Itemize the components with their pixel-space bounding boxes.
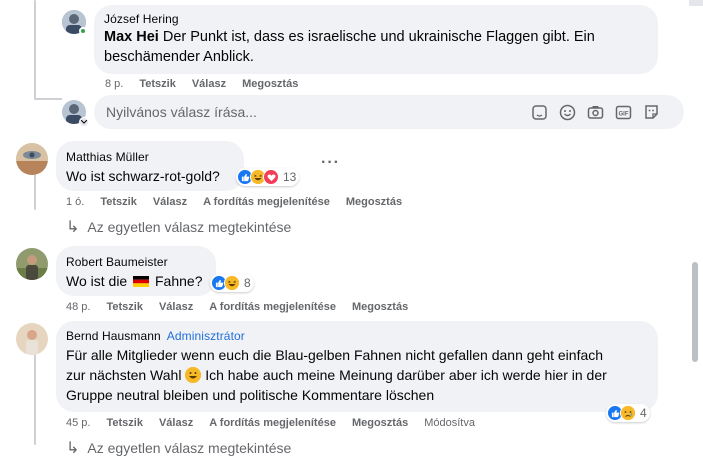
view-replies-link[interactable]: ↳ Az egyetlen válasz megtekintése (66, 438, 291, 458)
edited-label: Módosítva (424, 417, 475, 429)
reply-arrow-icon: ↳ (66, 219, 80, 236)
admin-badge: Adminisztrátor (166, 329, 245, 343)
comment-author[interactable]: József Hering (104, 12, 648, 26)
comment-text: Für alle Mitglieder wenn euch die Blau-g… (66, 345, 648, 405)
mention-link[interactable]: Max Hei (104, 29, 159, 45)
camera-icon[interactable] (586, 103, 604, 121)
share-action[interactable]: Megosztás (352, 417, 408, 429)
comment-time[interactable]: 48 p. (66, 301, 90, 313)
scrollbar-track[interactable] (689, 0, 703, 468)
like-action[interactable]: Tetszik (106, 417, 142, 429)
comment-actions: 45 p. Tetszik Válasz A fordítás megjelen… (66, 417, 491, 429)
comment-text-part: Fahne? (151, 273, 203, 289)
view-replies-label: Az egyetlen válasz megtekintése (87, 440, 292, 456)
thread-line (34, 98, 62, 100)
share-action[interactable]: Megosztás (242, 78, 298, 90)
online-indicator (79, 27, 87, 35)
comment-time[interactable]: 8 p. (105, 78, 123, 90)
reaction-summary[interactable]: 8 (210, 274, 254, 292)
comment-text-line: Ich habe auch meine Meinung darüber aber… (201, 367, 607, 383)
scrollbar-top-edge (689, 0, 703, 6)
thread-line (34, 0, 36, 100)
grinning-emoji-icon (185, 367, 202, 383)
comment-text: Wo ist die Fahne? (66, 271, 206, 291)
comment-text-part: Wo ist die (66, 273, 132, 289)
comment-author[interactable]: Bernd Hausmann (66, 329, 161, 343)
view-replies-link[interactable]: ↳ Az egyetlen válasz megtekintése (66, 217, 291, 237)
comment-bubble: József Hering Max Hei Der Punkt ist, das… (94, 5, 658, 74)
comment-text: Wo ist schwarz-rot-gold? (66, 168, 220, 184)
reply-input[interactable] (94, 104, 514, 120)
avatar[interactable] (16, 143, 48, 175)
like-action[interactable]: Tetszik (100, 196, 136, 208)
svg-text:GIF: GIF (618, 111, 628, 117)
share-action[interactable]: Megosztás (346, 196, 402, 208)
like-action[interactable]: Tetszik (139, 78, 175, 90)
sticker-face-icon[interactable] (642, 103, 660, 121)
comment-text: Max Hei Der Punkt ist, dass es israelisc… (104, 27, 648, 67)
reply-action[interactable]: Válasz (159, 417, 193, 429)
reply-box-icons: GIF (530, 103, 670, 121)
avatar[interactable] (16, 248, 48, 280)
comment-text-line: zur nächsten Wahl (66, 367, 186, 383)
reply-box: GIF (94, 95, 684, 129)
avatar[interactable] (16, 323, 48, 355)
comment-author-row: Bernd Hausmann Adminisztrátor (66, 329, 648, 343)
sad-reaction-icon (620, 405, 636, 421)
love-reaction-icon (263, 169, 279, 185)
share-action[interactable]: Megosztás (352, 301, 408, 313)
see-translation-action[interactable]: A fordítás megjelenítése (203, 196, 330, 208)
view-replies-label: Az egyetlen válasz megtekintése (87, 219, 292, 235)
comment-bubble: Matthias Müller Wo ist schwarz-rot-gold? (56, 141, 244, 191)
see-translation-action[interactable]: A fordítás megjelenítése (209, 301, 336, 313)
chevron-down-icon[interactable] (79, 117, 89, 127)
comment-author[interactable]: Robert Baumeister (66, 255, 206, 269)
comment-text-line: Für alle Mitglieder wenn euch die Blau-g… (66, 347, 604, 363)
comment-actions: 8 p. Tetszik Válasz Megosztás (105, 78, 314, 90)
comment-text-line: Gruppe neutral bleiben und politische Ko… (66, 387, 435, 403)
reaction-summary[interactable]: 4 (606, 404, 650, 422)
reaction-count: 13 (283, 170, 297, 184)
haha-reaction-icon (224, 275, 240, 291)
gif-icon[interactable]: GIF (614, 103, 632, 121)
comment-author[interactable]: Matthias Müller (66, 150, 234, 164)
reply-action[interactable]: Válasz (153, 196, 187, 208)
reaction-count: 8 (244, 276, 251, 290)
sticker-icon[interactable] (530, 103, 548, 121)
more-options-icon[interactable]: ··· (321, 154, 340, 172)
emoji-icon[interactable] (558, 103, 576, 121)
reaction-count: 4 (640, 406, 647, 420)
comment-text-line: beschämender Anblick. (104, 49, 254, 65)
comment-actions: 48 p. Tetszik Válasz A fordítás megjelen… (66, 301, 424, 313)
reaction-summary[interactable]: 13 (236, 168, 300, 186)
like-action[interactable]: Tetszik (106, 301, 142, 313)
scrollbar-thumb[interactable] (692, 262, 698, 362)
reply-action[interactable]: Válasz (192, 78, 226, 90)
comment-time[interactable]: 45 p. (66, 417, 90, 429)
thread-line (34, 350, 36, 445)
reply-action[interactable]: Válasz (159, 301, 193, 313)
comment-time[interactable]: 1 ó. (66, 196, 84, 208)
see-translation-action[interactable]: A fordítás megjelenítése (209, 417, 336, 429)
comment-bubble: Robert Baumeister Wo ist die Fahne? (56, 246, 216, 296)
german-flag-icon (133, 272, 150, 287)
reply-arrow-icon: ↳ (66, 440, 80, 457)
comment-actions: 1 ó. Tetszik Válasz A fordítás megjelení… (66, 196, 418, 208)
comment-text-line: Der Punkt ist, dass es israelische und u… (158, 29, 595, 45)
comment-bubble: Bernd Hausmann Adminisztrátor Für alle Mi… (56, 321, 658, 412)
